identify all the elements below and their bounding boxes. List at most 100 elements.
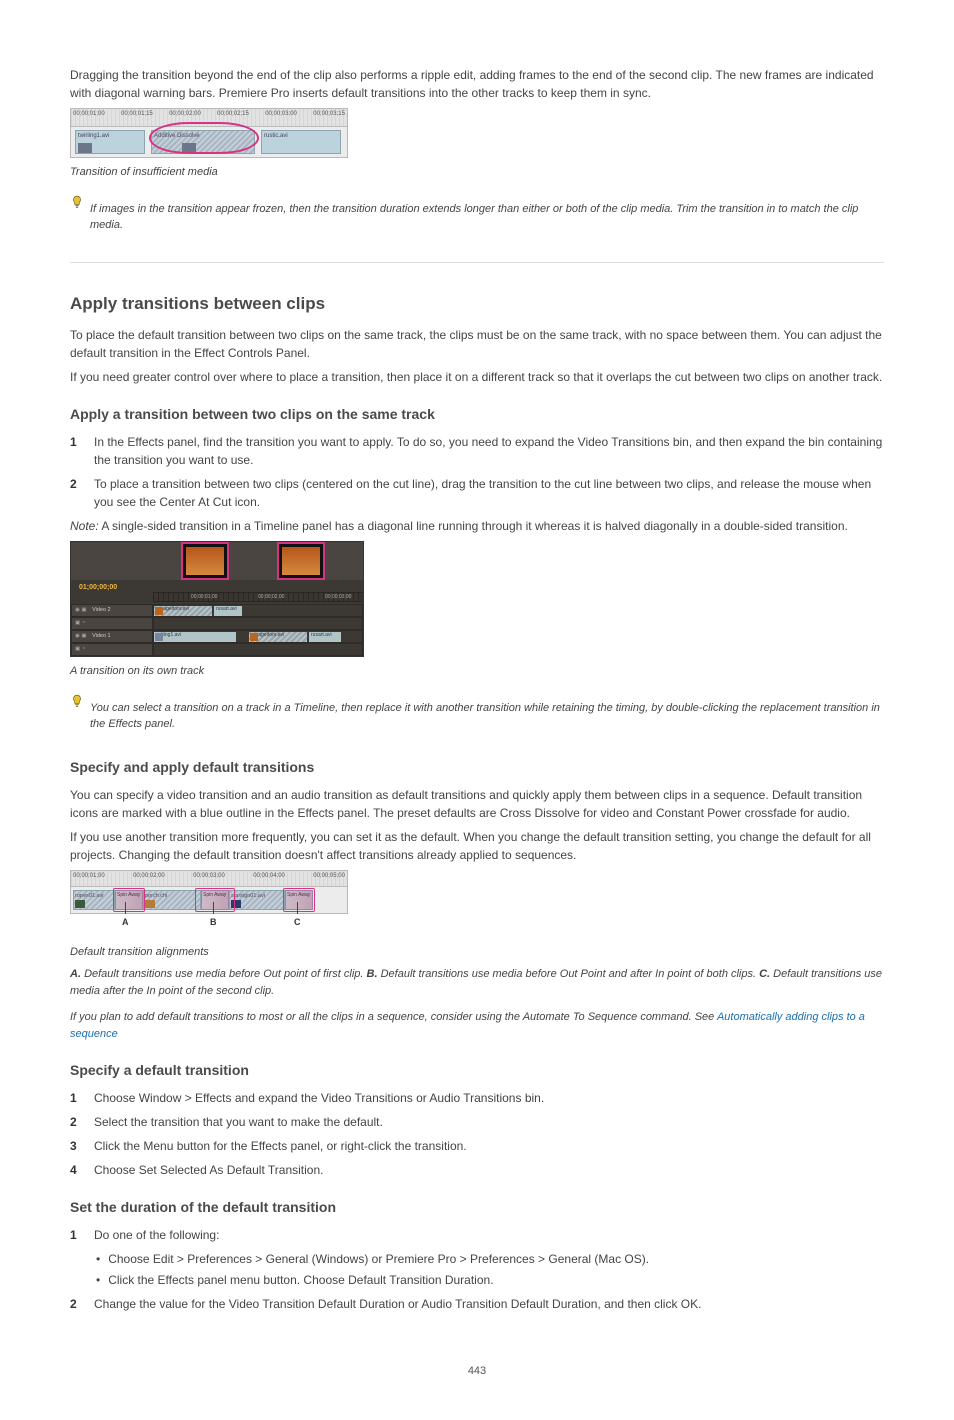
fig1-tick-1: 00;00;01;15 <box>121 110 153 119</box>
fig2-v2-clip-right: rusart.avi <box>214 606 242 616</box>
tip2-row: You can select a transition on a track i… <box>70 694 884 739</box>
note-label: Note: <box>70 519 99 533</box>
fig2-v1-clip-right-b: rusart.avi <box>309 632 341 642</box>
s4-step2-num: 2 <box>70 1113 84 1131</box>
s4-step4: Choose Set Selected As Default Transitio… <box>94 1161 884 1179</box>
fig2-v1-clip-right-a: garagedoor.avi <box>249 632 307 642</box>
s5-step1-num: 1 <box>70 1226 84 1244</box>
s5-step1: Do one of the following: <box>94 1226 884 1244</box>
fig2-row-v1: ◉ ▣ Video 1 writing1.avi garagedoor.avi … <box>71 630 363 643</box>
fig3-ruler: 00;00;01;00 00;00;02;00 00;00;03;00 00;0… <box>71 871 347 887</box>
section2-p1: To place the default transition between … <box>70 326 884 362</box>
fig3-clip-2: porch.chi <box>143 890 201 910</box>
fig1-highlight-oval <box>149 122 259 154</box>
step-2-text: To place a transition between two clips … <box>94 475 884 511</box>
fig1-tick-4: 00;00;03;00 <box>265 110 297 119</box>
tip2-text: You can select a transition on a track i… <box>90 700 884 733</box>
fig3-highlight-c <box>283 888 315 912</box>
s4-step1-num: 1 <box>70 1089 84 1107</box>
figure-transition-own-track: 01;00;00;00 00;00;01;00 00;00;02;00 00;0… <box>70 541 364 657</box>
fig2-row-v2: ◉ ▣ Video 2 garagedoor.avi rusart.avi <box>71 604 363 617</box>
callout-c: C <box>294 916 301 930</box>
fig3-highlight-b <box>195 888 235 912</box>
s5-step2-num: 2 <box>70 1295 84 1313</box>
lightbulb-icon <box>70 195 84 214</box>
tip3-row: If you plan to add default transitions t… <box>70 1009 884 1042</box>
step-1-row: 1 In the Effects panel, find the transit… <box>70 433 884 469</box>
fig2-ruler: 00;00;01;00 00;00;02;00 00;00;03;00 <box>153 592 363 602</box>
intro-paragraph: Dragging the transition beyond the end o… <box>70 66 884 102</box>
section-apply-title: Apply transitions between clips <box>70 291 884 317</box>
fig3-highlight-a <box>113 888 145 912</box>
sub-specify-default: Specify and apply default transitions <box>70 757 884 778</box>
fig3-caption: Default transition alignments <box>70 944 884 961</box>
page-number: 443 <box>70 1363 884 1380</box>
fig3-callouts: A B C <box>70 914 348 938</box>
fig2-track-v2-head: ◉ ▣ Video 2 <box>71 604 153 617</box>
fig1-tick-3: 00;00;02;15 <box>217 110 249 119</box>
s5-step2: Change the value for the Video Transitio… <box>94 1295 884 1313</box>
fig2-track-v1-head: ◉ ▣ Video 1 <box>71 630 153 643</box>
figure-default-alignments: 00;00;01;00 00;00;02;00 00;00;03;00 00;0… <box>70 870 348 914</box>
s4-step3-num: 3 <box>70 1137 84 1155</box>
fig2-tick-2: 00;00;03;00 <box>325 594 351 602</box>
fig3-tick-1: 00;00;02;00 <box>133 872 165 886</box>
fig3-clip-1: ropes01.avi <box>73 890 115 910</box>
s5-step1b-bullet: • <box>96 1271 100 1289</box>
s4-step4-num: 4 <box>70 1161 84 1179</box>
fig2-timecode: 01;00;00;00 <box>79 583 117 594</box>
step-2-num: 2 <box>70 475 84 511</box>
tip1-text: If images in the transition appear froze… <box>90 201 884 234</box>
figure-insufficient-media: 00;00;01;00 00;00;01;15 00;00;02;00 00;0… <box>70 108 348 158</box>
sub-specify-default-transition: Specify a default transition <box>70 1060 884 1081</box>
fig2-caption: A transition on its own track <box>70 663 884 680</box>
s4-step1: Choose Window > Effects and expand the V… <box>94 1089 884 1107</box>
fig2-tick-1: 00;00;02;00 <box>258 594 284 602</box>
section-divider <box>70 262 884 263</box>
fig3-tick-3: 00;00;04;00 <box>253 872 285 886</box>
fig1-tick-5: 00;00;03;15 <box>313 110 345 119</box>
s5-step1b: Click the Effects panel menu button. Cho… <box>108 1271 493 1289</box>
section3-p1: You can specify a video transition and a… <box>70 786 884 822</box>
lightbulb-icon <box>70 694 84 713</box>
fig3-tick-4: 00;00;05;00 <box>313 872 345 886</box>
fig2-lane-v2: garagedoor.avi rusart.avi <box>153 604 363 617</box>
step-1-num: 1 <box>70 433 84 469</box>
fig1-thumb-left <box>78 143 92 153</box>
s4-step2: Select the transition that you want to m… <box>94 1113 884 1131</box>
section3-p2: If you use another transition more frequ… <box>70 828 884 864</box>
sub-set-duration: Set the duration of the default transiti… <box>70 1197 884 1218</box>
fig1-tick-0: 00;00;01;00 <box>73 110 105 119</box>
fig2-row-spacer1: ▣ ◔ <box>71 617 363 630</box>
fig1-tick-2: 00;00;02;00 <box>169 110 201 119</box>
note-text: A single-sided transition in a Timeline … <box>101 519 847 533</box>
tip3-text: If you plan to add default transitions t… <box>70 1011 714 1023</box>
fig1-caption: Transition of insufficient media <box>70 164 884 181</box>
fig1-clip-left: twirling1.avi <box>75 130 145 154</box>
fig2-row-spacer2: ▣ ◔ <box>71 643 363 656</box>
callout-a: A <box>122 916 129 930</box>
step-2-row: 2 To place a transition between two clip… <box>70 475 884 511</box>
step-1-text: In the Effects panel, find the transitio… <box>94 433 884 469</box>
fig2-v2-clip-left: garagedoor.avi <box>154 606 212 616</box>
s5-step1a-bullet: • <box>96 1250 100 1268</box>
fig3-tick-0: 00;00;01;00 <box>73 872 105 886</box>
fig2-v1-clip-left: writing1.avi <box>154 632 236 642</box>
s5-step1a: Choose Edit > Preferences > General (Win… <box>108 1250 649 1268</box>
fig3-tick-2: 00;00;03;00 <box>193 872 225 886</box>
fig1-clip-right-label: rustic.avi <box>264 133 288 139</box>
fig2-tick-0: 00;00;01;00 <box>191 594 217 602</box>
fig2-thumb-left <box>181 542 229 580</box>
sub-apply-same-track: Apply a transition between two clips on … <box>70 404 884 425</box>
fig3-legend: A. Default transitions use media before … <box>70 966 884 999</box>
fig1-clip-left-label: twirling1.avi <box>78 133 109 139</box>
fig1-clip-right: rustic.avi <box>261 130 341 154</box>
fig2-lane-v1: writing1.avi garagedoor.avi rusart.avi <box>153 630 363 643</box>
fig3-clip-3: starsign01.avi <box>229 890 285 910</box>
s4-step3: Click the Menu button for the Effects pa… <box>94 1137 884 1155</box>
section2-p2: If you need greater control over where t… <box>70 368 884 386</box>
fig2-body: 01;00;00;00 00;00;01;00 00;00;02;00 00;0… <box>71 580 363 656</box>
tip1-row: If images in the transition appear froze… <box>70 195 884 240</box>
callout-b: B <box>210 916 217 930</box>
fig2-thumb-right <box>277 542 325 580</box>
